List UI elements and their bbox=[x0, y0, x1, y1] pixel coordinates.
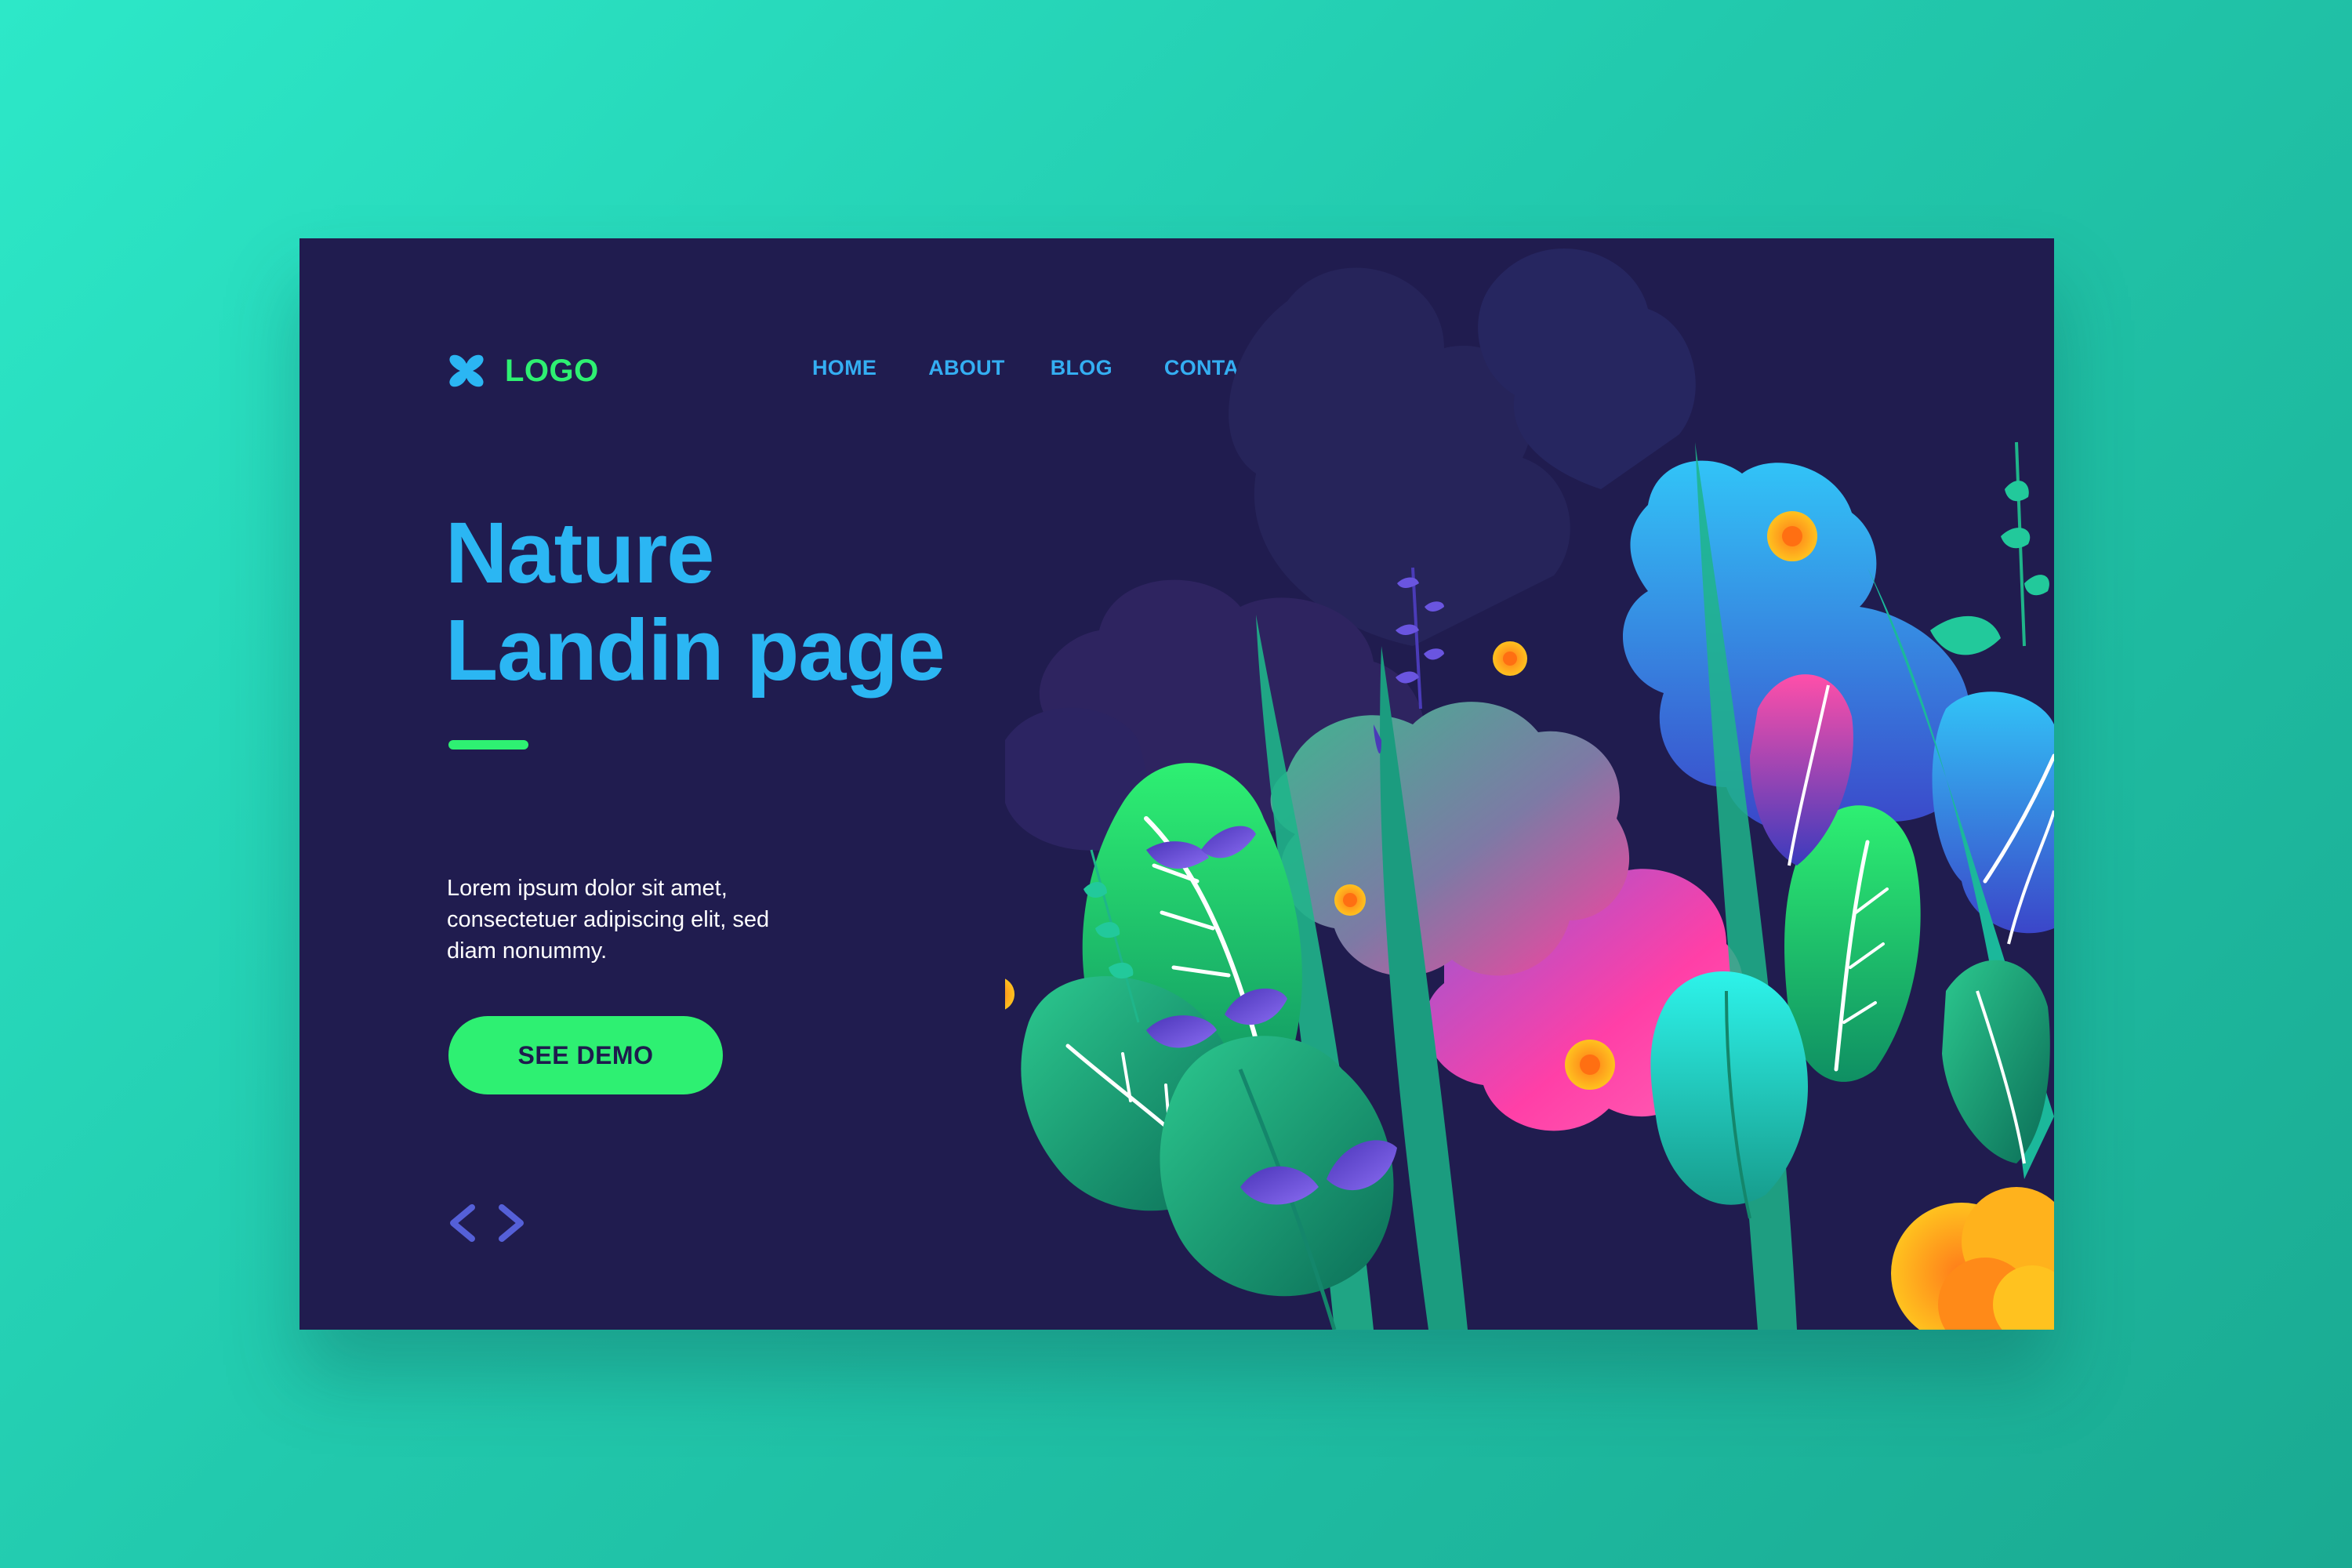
chevron-left-icon[interactable] bbox=[445, 1201, 480, 1245]
hero-title-line-2: Landin page bbox=[445, 602, 946, 699]
title-underline bbox=[448, 740, 528, 750]
flower-small-3 bbox=[1005, 978, 1014, 1010]
nav-about[interactable]: ABOUT bbox=[928, 356, 1005, 380]
hero-description-line-3: diam nonummy. bbox=[447, 938, 608, 964]
flower-small-2 bbox=[1767, 511, 1817, 561]
nature-illustration bbox=[1005, 248, 2054, 1330]
see-demo-button[interactable]: SEE DEMO bbox=[448, 1016, 723, 1094]
flower-yellow-upper-small bbox=[1493, 641, 1527, 676]
logo-text: LOGO bbox=[505, 353, 599, 388]
logo[interactable]: LOGO bbox=[447, 351, 599, 390]
flower-small-1 bbox=[1334, 884, 1366, 916]
hero-description-line-2: consectetuer adipiscing elit, sed bbox=[447, 907, 770, 932]
chevron-right-icon[interactable] bbox=[494, 1201, 528, 1245]
hero-title: Nature Landin page bbox=[445, 505, 946, 699]
nav-home[interactable]: HOME bbox=[812, 356, 877, 380]
landing-card: LOGO HOME ABOUT BLOG CONTACT Nature Land… bbox=[299, 238, 2054, 1330]
big-orange-flower bbox=[1891, 1187, 2054, 1330]
logo-icon bbox=[449, 354, 484, 387]
hero-description: Lorem ipsum dolor sit amet, consectetuer… bbox=[447, 873, 839, 967]
hero-title-line-1: Nature bbox=[445, 505, 714, 601]
hero-description-line-1: Lorem ipsum dolor sit amet, bbox=[447, 876, 728, 901]
slider-arrows bbox=[445, 1201, 528, 1245]
flower-small-4 bbox=[1565, 1040, 1615, 1090]
